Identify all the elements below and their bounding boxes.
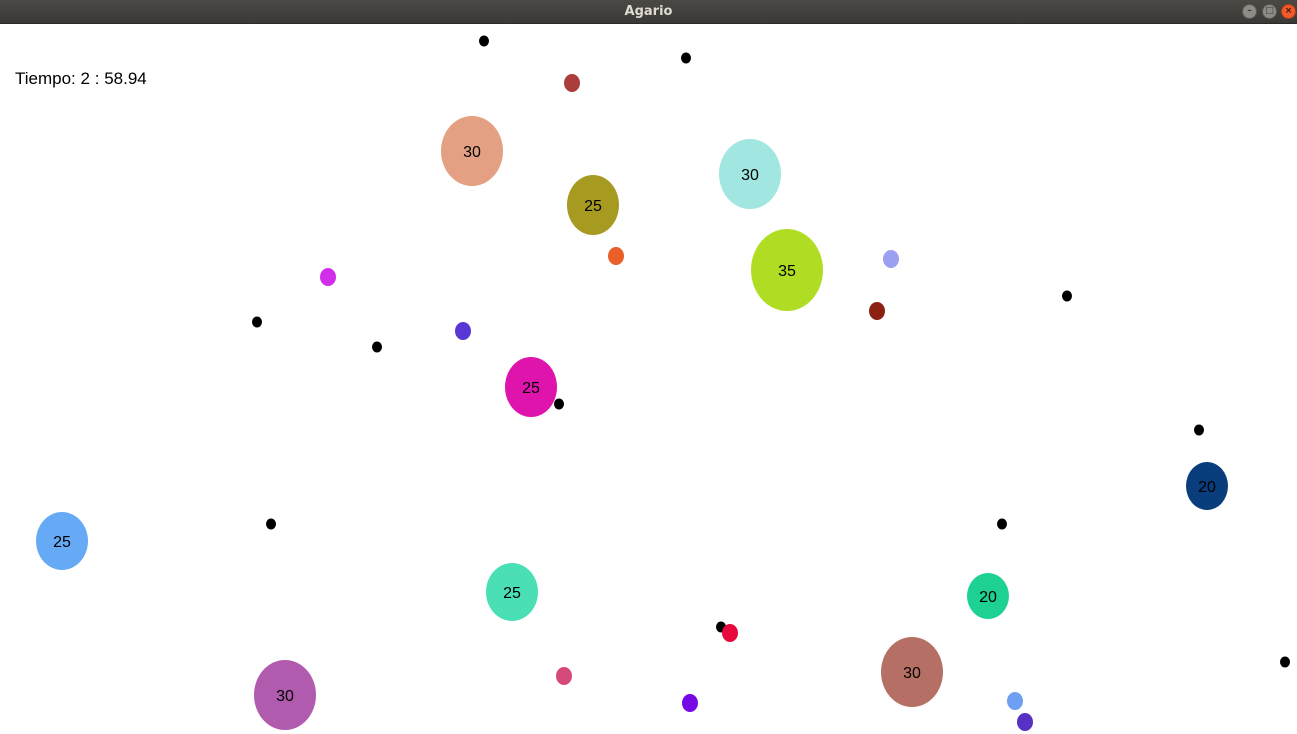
food-cell <box>455 322 471 340</box>
player-cell: 30 <box>881 637 943 707</box>
player-cell: 30 <box>254 660 316 730</box>
player-cell: 25 <box>486 563 538 621</box>
food-cell <box>682 694 698 712</box>
player-cell-size-label: 20 <box>979 589 997 606</box>
timer-label: Tiempo: <box>15 69 76 88</box>
game-canvas[interactable]: 30 25 30 35 25 20 25 25 20 30 30 <box>0 0 1297 734</box>
player-cell: 30 <box>441 116 503 186</box>
food-cell <box>1007 692 1023 710</box>
food-cell <box>722 624 738 642</box>
player-cell-size-label: 30 <box>276 688 294 705</box>
player-cell-size-label: 30 <box>903 665 921 682</box>
food-cell <box>1017 713 1033 731</box>
timer-minutes: 2 <box>80 69 90 88</box>
player-cell: 25 <box>36 512 88 570</box>
pellet <box>372 341 382 353</box>
player-cell-size-label: 35 <box>778 263 796 280</box>
player-cell-size-label: 30 <box>741 167 759 184</box>
food-cell <box>883 250 899 268</box>
food-cell <box>608 247 624 265</box>
pellet <box>681 52 691 64</box>
player-cell-size-label: 25 <box>584 198 602 215</box>
player-cell: 25 <box>567 175 619 235</box>
pellet <box>479 35 489 47</box>
pellet <box>1194 424 1204 436</box>
player-cell: 20 <box>1186 462 1228 510</box>
timer-seconds: 58.94 <box>104 69 147 88</box>
player-cell: 25 <box>505 357 557 417</box>
player-cell: 30 <box>719 139 781 209</box>
pellet <box>252 316 262 328</box>
player-cell-size-label: 20 <box>1198 479 1216 496</box>
player-cell: 35 <box>751 229 823 311</box>
timer-display: Tiempo: 2 : 58.94 <box>15 69 147 89</box>
pellet <box>554 398 564 410</box>
food-cell <box>869 302 885 320</box>
pellet <box>1280 656 1290 668</box>
pellet <box>997 518 1007 530</box>
player-cell-size-label: 30 <box>463 144 481 161</box>
pellet <box>266 518 276 530</box>
pellet <box>1062 290 1072 302</box>
food-cell <box>564 74 580 92</box>
food-cell <box>320 268 336 286</box>
player-cell-size-label: 25 <box>522 380 540 397</box>
player-cell-size-label: 25 <box>503 585 521 602</box>
player-cell: 20 <box>967 573 1009 619</box>
food-cell <box>556 667 572 685</box>
player-cell-size-label: 25 <box>53 534 71 551</box>
